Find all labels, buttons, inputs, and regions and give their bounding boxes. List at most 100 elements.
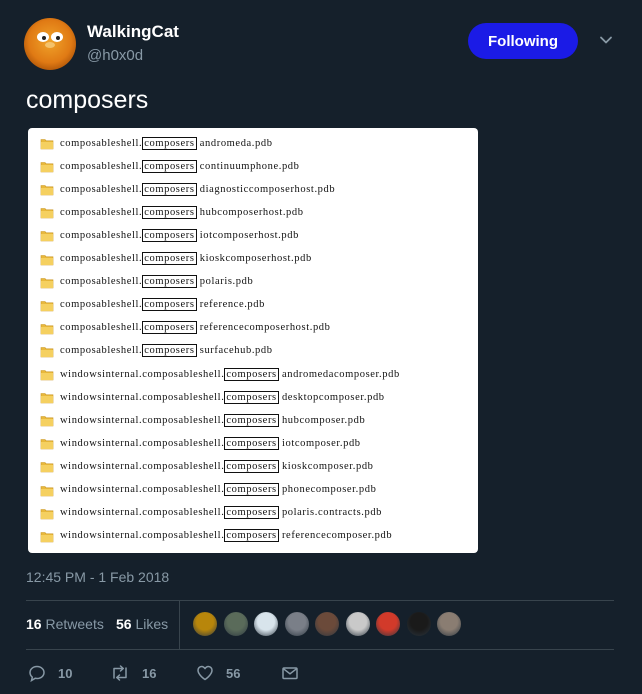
file-row: composableshell. composers andromeda.pdb [40,133,273,153]
likers-avatars [192,611,467,639]
file-name-suffix: polaris.contracts.pdb [278,507,383,519]
tweet-stats: 16 Retweets 56 Likes [26,601,614,649]
following-button[interactable]: Following [468,23,578,59]
likes-label: Likes [135,616,169,632]
user-avatar[interactable] [24,18,76,70]
folder-icon [40,299,54,311]
folder-icon [40,484,54,496]
liker-avatar[interactable] [283,611,310,637]
liker-avatar[interactable] [314,611,340,637]
file-name-suffix: desktopcomposer.pdb [278,391,385,403]
file-name-highlight: composers [224,506,279,520]
folder-icon [40,183,54,196]
file-name-prefix: composableshell. [60,160,143,172]
file-name-suffix: reference.pdb [196,299,265,311]
file-row: composableshell. composers referencecompo… [40,318,331,338]
folder-icon [40,530,54,542]
file-name-suffix: andromeda.pdb [196,137,273,149]
file-row: windowsinternal.composableshell. composer… [40,526,392,546]
retweet-button[interactable]: 16 [110,664,156,682]
file-name-highlight: composers [224,367,279,381]
tweet-media-image[interactable]: composableshell. composers andromeda.pdb c… [28,128,478,553]
file-name: composableshell. composers iotcomposerhos… [60,228,299,242]
file-name-prefix: windowsinternal.composableshell. [60,437,225,449]
file-name-highlight: composers [142,228,197,242]
file-name: windowsinternal.composableshell. composer… [60,459,374,473]
file-name-highlight: composers [142,344,197,358]
file-row: composableshell. composers iotcomposerhos… [40,225,299,245]
folder-icon [40,229,54,242]
file-name: windowsinternal.composableshell. composer… [60,529,392,543]
tweet-timestamp[interactable]: 12:45 PM - 1 Feb 2018 [26,569,169,585]
direct-message-button[interactable] [281,664,311,682]
reply-button[interactable]: 10 [28,664,72,682]
file-name: composableshell. composers polaris.pdb [60,275,254,289]
file-name-suffix: polaris.pdb [196,276,254,288]
retweets-count: 16 [26,616,42,632]
file-name: composableshell. composers diagnosticcomp… [60,182,335,196]
file-name-prefix: composableshell. [60,322,143,334]
file-name-suffix: referencecomposerhost.pdb [196,322,331,334]
like-count: 56 [226,665,241,681]
file-name: composableshell. composers andromeda.pdb [60,136,273,150]
retweets-stat[interactable]: 16 Retweets [26,616,104,632]
folder-icon [40,437,54,450]
user-handle[interactable]: @h0x0d [87,47,143,64]
file-name-highlight: composers [224,390,279,404]
file-row: windowsinternal.composableshell. composer… [40,503,382,523]
liker-avatar[interactable] [253,611,279,637]
divider [26,649,614,650]
file-name-highlight: composers [142,298,197,312]
liker-avatar[interactable] [344,611,371,637]
file-name-highlight: composers [142,321,197,335]
likes-count: 56 [116,616,132,632]
folder-icon [40,276,54,288]
reply-icon [29,665,45,682]
file-name-highlight: composers [224,529,279,543]
file-name: composableshell. composers continuumphone… [60,159,300,173]
retweet-count: 16 [142,665,157,681]
file-name-suffix: andromedacomposer.pdb [278,368,400,380]
folder-icon [40,206,54,219]
file-name-highlight: composers [224,413,279,427]
file-name: windowsinternal.composableshell. composer… [60,483,376,496]
file-name: composableshell. composers kioskcomposerh… [60,252,312,265]
folder-icon [40,137,54,150]
file-name-prefix: composableshell. [60,137,143,149]
liker-avatar[interactable] [192,611,218,637]
file-name-prefix: composableshell. [60,206,143,218]
likes-stat[interactable]: 56 Likes [116,616,168,632]
liker-avatar[interactable] [436,611,462,637]
liker-avatar[interactable] [375,611,401,637]
file-row: composableshell. composers diagnosticcomp… [40,179,335,199]
liker-avatar[interactable] [222,611,249,637]
folder-icon [40,322,54,335]
file-name-prefix: windowsinternal.composableshell. [60,391,225,403]
heart-icon [197,665,213,681]
file-name-prefix: windowsinternal.composableshell. [60,484,225,495]
envelope-icon [282,667,298,680]
tweet-text: composers [26,86,149,114]
tweet-actions: 10 16 56 [26,664,614,688]
folder-icon [40,507,54,519]
folder-icon [40,391,54,404]
user-display-name[interactable]: WalkingCat [87,22,179,42]
file-name: windowsinternal.composableshell. composer… [60,506,383,520]
folder-icon [40,253,54,265]
like-button[interactable]: 56 [196,664,240,682]
file-name-suffix: iotcomposer.pdb [278,437,361,449]
file-name-prefix: composableshell. [60,345,143,357]
file-row: composableshell. composers polaris.pdb [40,272,253,292]
file-name: windowsinternal.composableshell. composer… [60,436,361,450]
file-name: windowsinternal.composableshell. composer… [60,390,385,404]
file-name-prefix: windowsinternal.composableshell. [60,368,225,380]
chevron-down-icon[interactable] [598,32,614,48]
file-name: composableshell. composers referencecompo… [60,321,331,335]
file-name-prefix: composableshell. [60,229,143,241]
file-name-suffix: iotcomposerhost.pdb [196,229,299,241]
file-name: windowsinternal.composableshell. composer… [60,367,400,381]
file-name: composableshell. composers hubcomposerhos… [60,205,304,219]
file-name-prefix: windowsinternal.composableshell. [60,460,225,472]
file-row: windowsinternal.composableshell. composer… [40,456,374,476]
liker-avatar[interactable] [405,611,432,637]
